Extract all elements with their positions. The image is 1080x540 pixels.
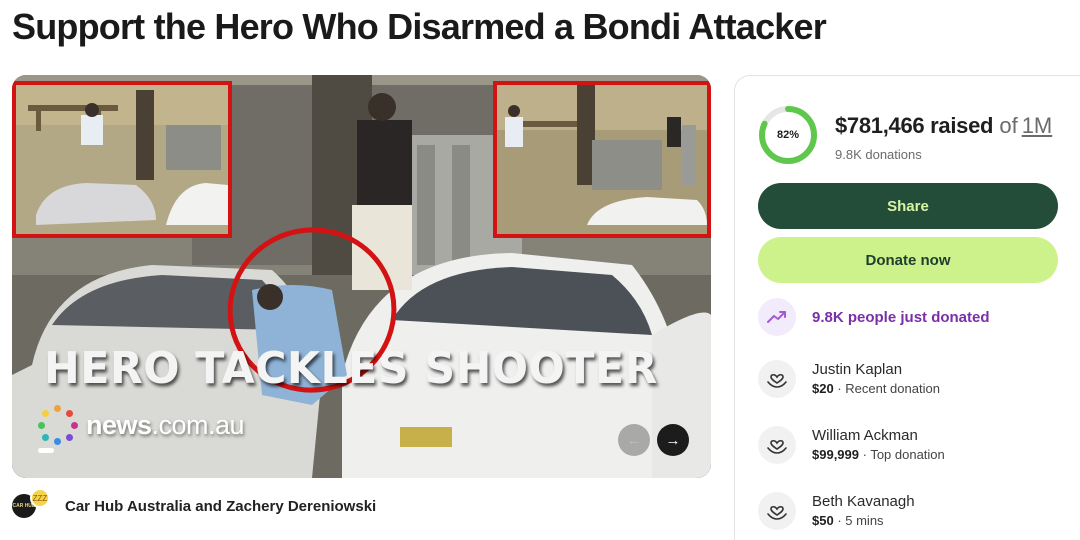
arrow-right-icon: → [665,431,681,449]
hero-media-carousel[interactable]: HERO TACKLES SHOOTER news.com.au ← → [12,75,711,478]
goal-amount-link[interactable]: 1M [1022,113,1053,138]
video-caption: HERO TACKLES SHOOTER [44,343,658,394]
progress-percent: 82% [776,129,800,141]
donor-info: William Ackman $99,999 · Top donation [812,426,945,464]
donor-item: William Ackman $99,999 · Top donation [758,426,945,464]
organizer-name[interactable]: Car Hub Australia and Zachery Dereniowsk… [65,498,376,515]
amount-raised: $781,466 raised [835,113,994,138]
donor-meta: $50 · 5 mins [812,512,915,530]
carousel-next-button[interactable]: → [657,424,689,456]
arrow-left-icon: ← [626,431,642,449]
donor-name: Beth Kavanagh [812,493,915,510]
carousel-pager-indicator[interactable] [38,448,54,453]
donor-detail: · Top donation [859,447,945,462]
donor-meta: $99,999 · Top donation [812,446,945,464]
page-title: Support the Hero Who Disarmed a Bondi At… [12,6,827,47]
progress-ring: 82% [757,104,819,166]
news-brand-name: news [86,409,152,440]
news-brand-text: news.com.au [86,409,245,441]
heart-hand-icon [758,360,796,398]
donor-name: William Ackman [812,427,918,444]
donation-sidebar-card: 82% $781,466 raised of 1M 9.8K donations … [734,75,1080,540]
organizer-badge-text: ZZZ [32,493,48,503]
donor-detail: · Recent donation [833,381,940,396]
amount-raised-line: $781,466 raised of 1M [835,113,1052,139]
donor-amount: $20 [812,381,834,396]
donor-info: Beth Kavanagh $50 · 5 mins [812,492,915,530]
heart-hand-icon [758,492,796,530]
organizer-badge-avatar: ZZZ [30,488,50,508]
news-logo-dots-icon [38,405,78,445]
donor-item: Justin Kaplan $20 · Recent donation [758,360,940,398]
donor-detail: · 5 mins [833,513,884,528]
inset-clip-left [12,81,232,238]
donation-count: 9.8K donations [835,147,922,162]
trending-up-icon [758,298,796,336]
donor-info: Justin Kaplan $20 · Recent donation [812,360,940,398]
donor-meta: $20 · Recent donation [812,380,940,398]
donor-name: Justin Kaplan [812,361,903,378]
donor-amount: $99,999 [812,447,859,462]
heart-hand-icon [758,426,796,464]
recent-donors-text: 9.8K people just donated [812,308,990,326]
organizer-avatar[interactable]: CAR HUB ZZZ [12,488,50,518]
news-brand-logo: news.com.au [38,405,245,445]
goal-of-label: of [999,113,1018,138]
recent-activity-row: 9.8K people just donated [758,298,990,336]
news-brand-tld: .com.au [151,409,245,440]
carousel-prev-button[interactable]: ← [618,424,650,456]
donor-amount: $50 [812,513,834,528]
donor-item: Beth Kavanagh $50 · 5 mins [758,492,915,530]
donate-now-button[interactable]: Donate now [758,237,1058,283]
inset-clip-right [493,81,711,238]
organizer-row[interactable]: CAR HUB ZZZ Car Hub Australia and Zacher… [12,488,376,518]
share-button[interactable]: Share [758,183,1058,229]
